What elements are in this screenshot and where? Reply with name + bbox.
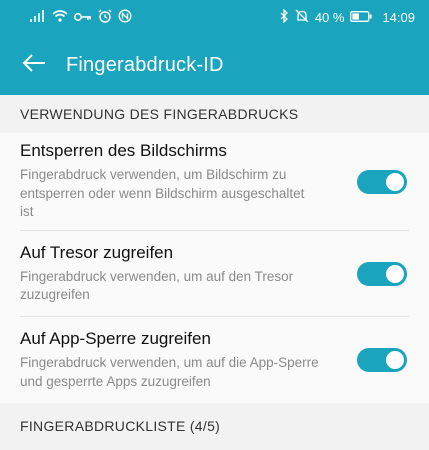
section-header-usage: VERWENDUNG DES FINGERABDRUCKS xyxy=(0,95,429,133)
wifi-icon xyxy=(52,10,68,25)
unlock-screen-toggle[interactable] xyxy=(357,169,407,194)
setting-row-unlock-screen[interactable]: Entsperren des Bildschirms Fingerabdruck… xyxy=(0,133,429,230)
toggle-knob xyxy=(386,264,404,283)
status-bar: 40 % 14:09 xyxy=(0,0,429,35)
battery-icon xyxy=(350,10,373,25)
setting-title: Auf Tresor zugreifen xyxy=(20,242,174,262)
mute-icon xyxy=(295,9,309,26)
status-bar-right: 40 % 14:09 xyxy=(279,8,415,26)
setting-row-app-lock[interactable]: Auf App-Sperre zugreifen Fingerabdruck v… xyxy=(0,317,429,403)
vault-toggle[interactable] xyxy=(357,261,407,286)
clock: 14:09 xyxy=(382,10,415,25)
app-lock-toggle[interactable] xyxy=(357,348,407,372)
setting-text: Auf App-Sperre zugreifen Fingerabdruck v… xyxy=(20,329,320,391)
page-title: Fingerabdruck-ID xyxy=(66,53,224,76)
setting-description: Fingerabdruck verwenden, um Bildschirm z… xyxy=(20,167,305,220)
setting-text: Entsperren des Bildschirms Fingerabdruck… xyxy=(20,141,320,222)
setting-text: Auf Tresor zugreifen Fingerabdruck verwe… xyxy=(20,243,320,305)
alarm-icon xyxy=(98,9,112,26)
setting-title: Entsperren des Bildschirms xyxy=(20,141,227,161)
section-header-fingerprint-list: FINGERABDRUCKLISTE (4/5) xyxy=(0,403,429,448)
back-arrow-icon xyxy=(22,53,46,78)
setting-description: Fingerabdruck verwenden, um auf die App-… xyxy=(20,355,319,389)
toggle-knob xyxy=(386,351,404,369)
back-button[interactable] xyxy=(20,51,48,79)
battery-percent: 40 % xyxy=(314,10,345,25)
key-icon xyxy=(74,10,92,25)
toggle-knob xyxy=(386,172,404,191)
setting-description: Fingerabdruck verwenden, um auf den Tres… xyxy=(20,268,294,303)
signal-icon xyxy=(30,10,46,25)
status-bar-left xyxy=(30,9,132,26)
usage-list: Entsperren des Bildschirms Fingerabdruck… xyxy=(0,133,429,403)
setting-title: Auf App-Sperre zugreifen xyxy=(20,329,211,348)
setting-row-vault[interactable]: Auf Tresor zugreifen Fingerabdruck verwe… xyxy=(0,231,429,316)
app-bar: Fingerabdruck-ID xyxy=(0,35,429,95)
bluetooth-icon xyxy=(279,8,289,26)
nfc-icon xyxy=(118,9,132,26)
